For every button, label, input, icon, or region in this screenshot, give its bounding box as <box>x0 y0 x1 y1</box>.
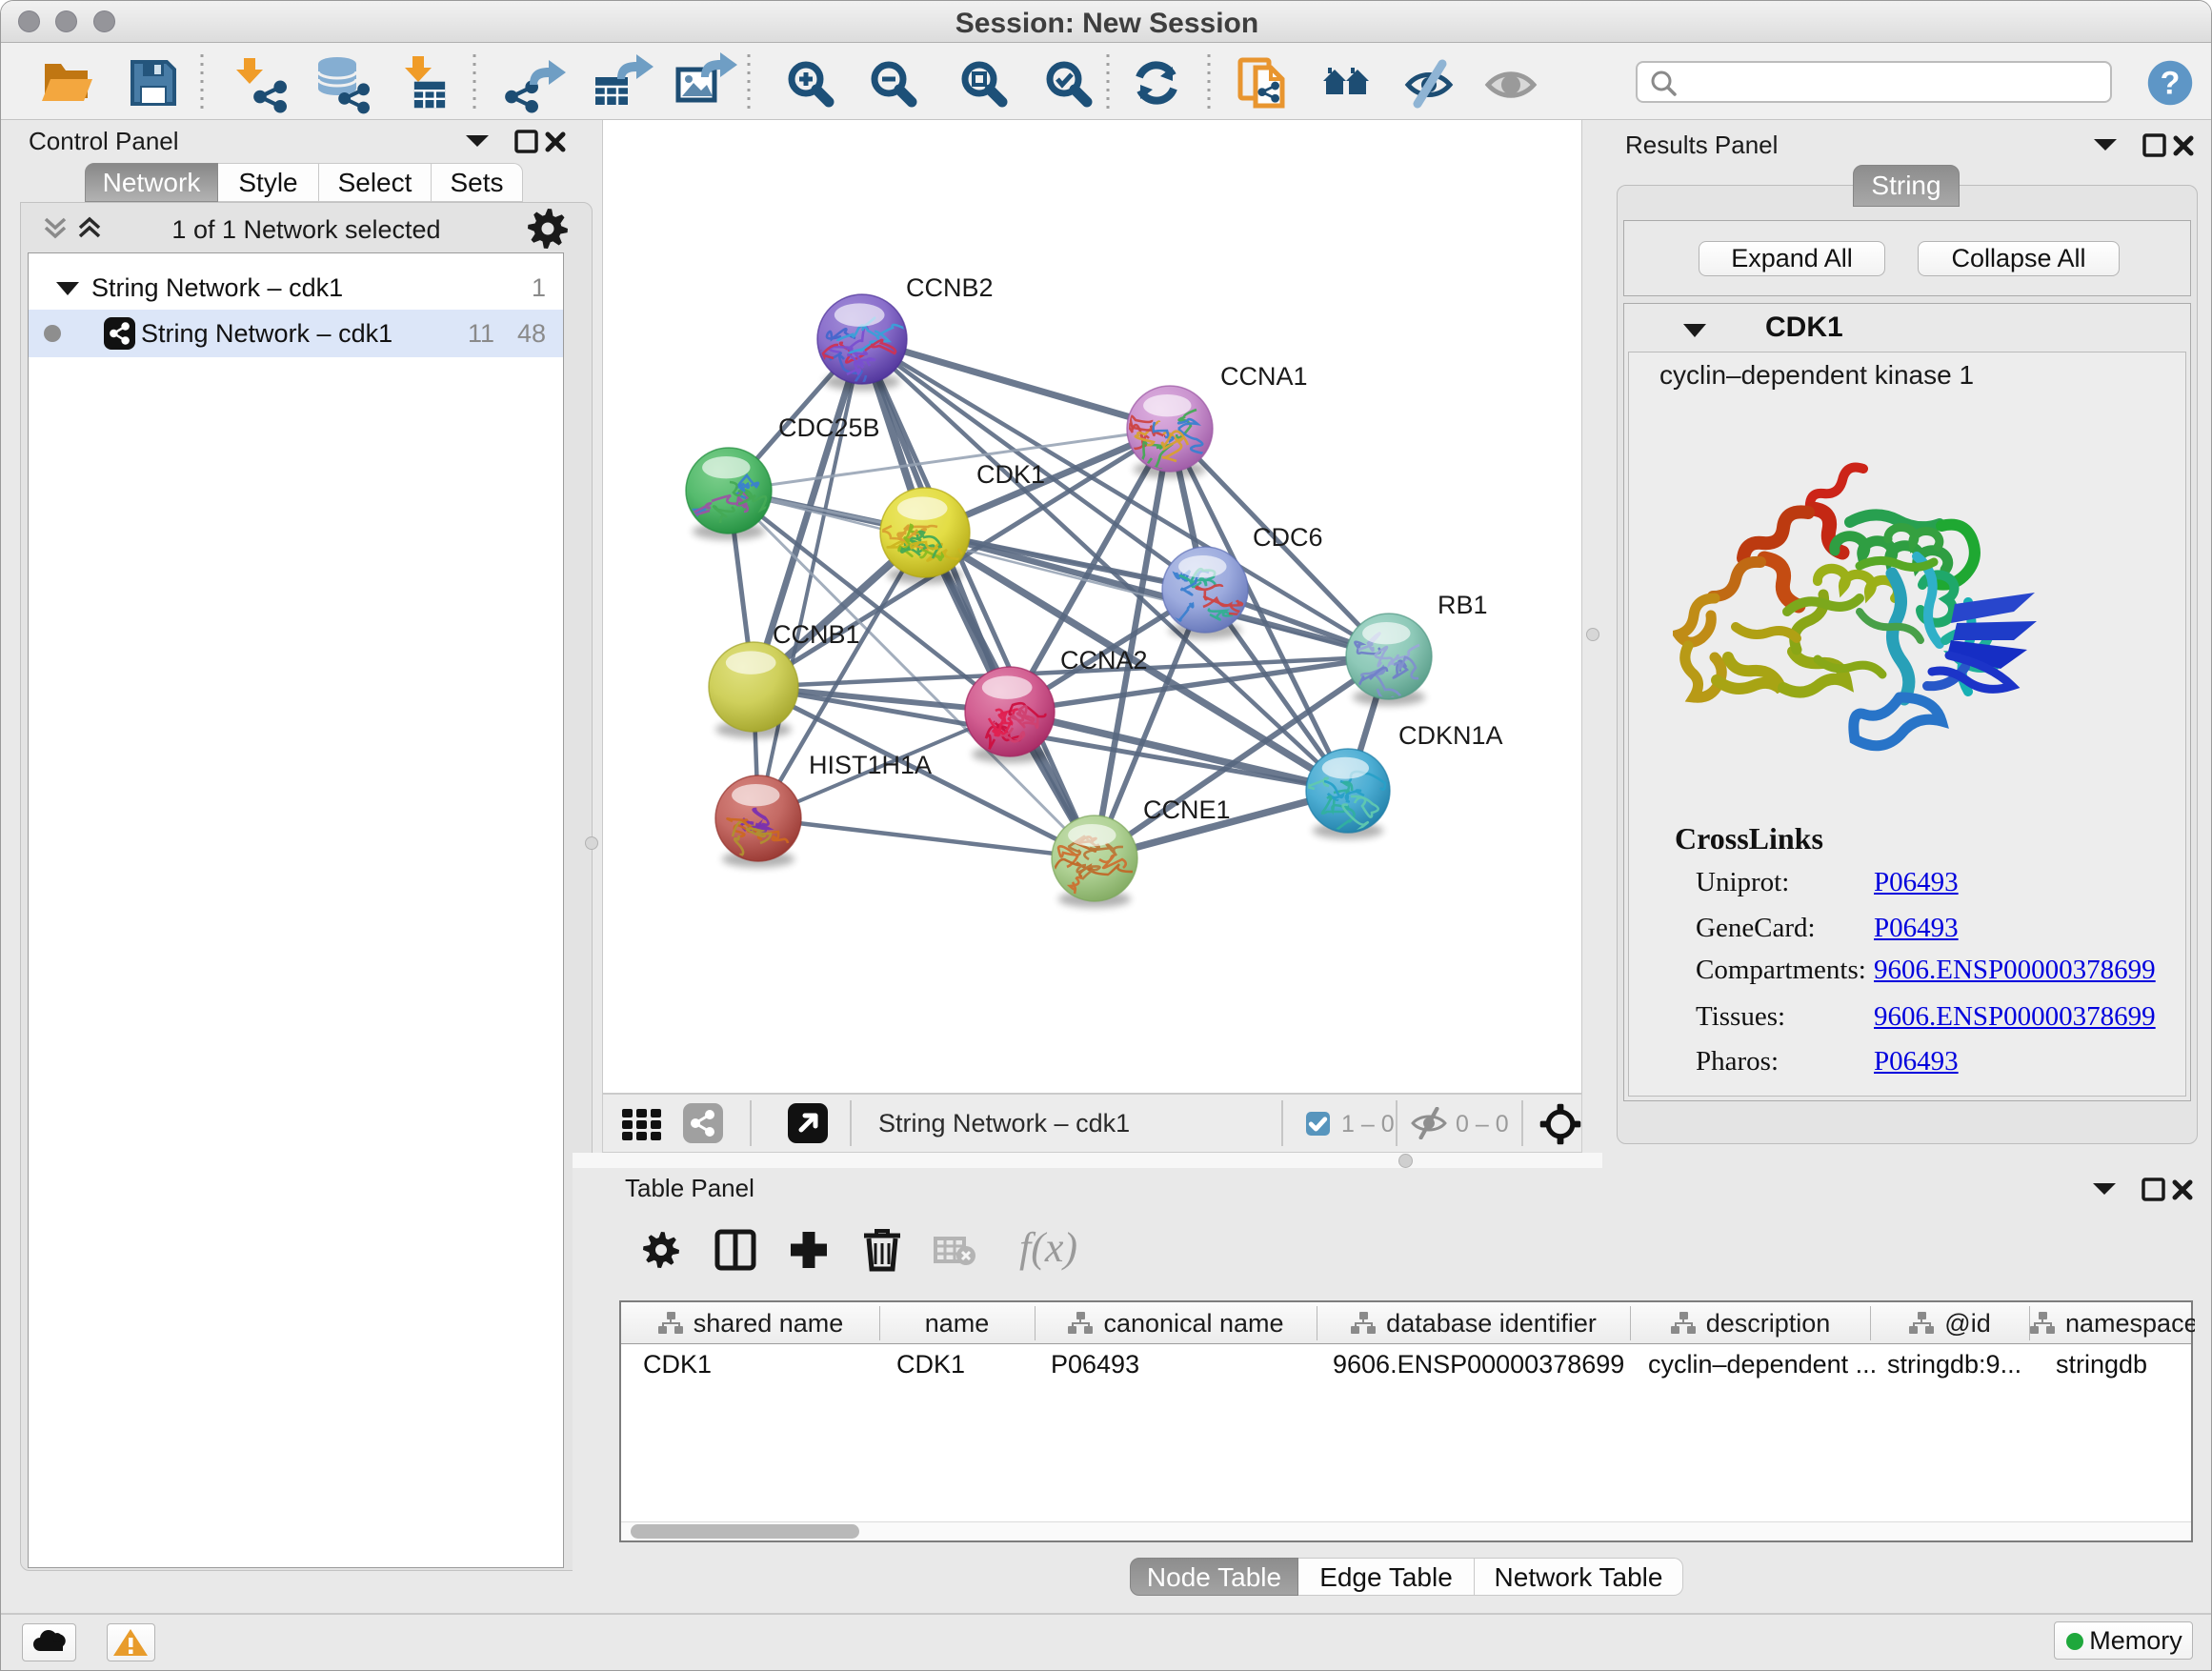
svg-text:CCNB1: CCNB1 <box>773 620 860 649</box>
svg-text:CDKN1A: CDKN1A <box>1398 721 1503 750</box>
svg-text:RB1: RB1 <box>1438 591 1488 619</box>
svg-text:f(x): f(x) <box>1019 1224 1077 1271</box>
svg-text:CCNA2: CCNA2 <box>1060 646 1148 674</box>
svg-text:CDC25B: CDC25B <box>778 413 880 442</box>
svg-text:CDK1: CDK1 <box>976 460 1045 489</box>
svg-text:HIST1H1A: HIST1H1A <box>809 751 932 779</box>
svg-text:CDC6: CDC6 <box>1253 523 1323 552</box>
svg-text:CCNE1: CCNE1 <box>1143 795 1231 824</box>
svg-text:?: ? <box>2161 66 2181 102</box>
svg-text:CCNA1: CCNA1 <box>1220 362 1308 391</box>
svg-text:CCNB2: CCNB2 <box>906 273 994 302</box>
